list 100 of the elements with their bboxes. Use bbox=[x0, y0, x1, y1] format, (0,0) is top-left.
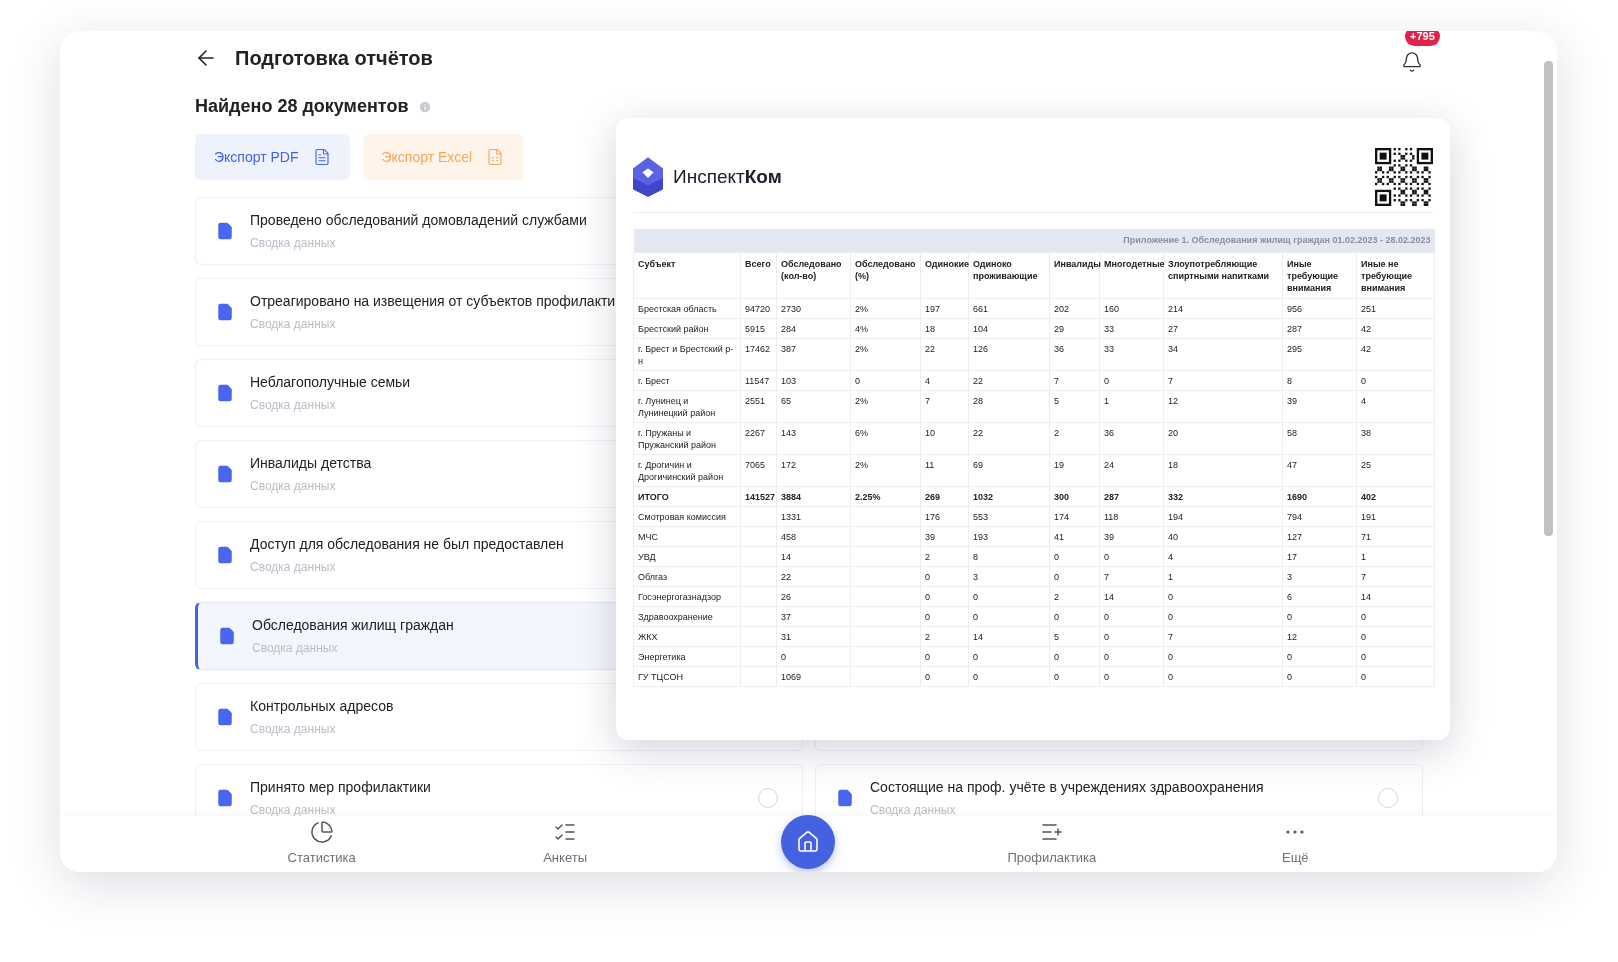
table-cell: ГУ ТЦСОН bbox=[633, 666, 741, 686]
table-cell: г. Дрогичин и Дрогичинский район bbox=[633, 454, 741, 486]
table-cell: 300 bbox=[1049, 486, 1100, 506]
table-cell: 40 bbox=[1163, 526, 1283, 546]
table-cell: 36 bbox=[1099, 422, 1164, 454]
nav-tab[interactable]: Профилактика bbox=[930, 820, 1174, 868]
table-cell: 0 bbox=[1099, 370, 1164, 390]
document-card[interactable]: Состоящие на проф. учёте в учреждениях здравоохранения Сводка данных bbox=[815, 764, 1423, 816]
table-cell: 956 bbox=[1282, 298, 1357, 318]
logo-text: ИнспектКом bbox=[673, 164, 782, 189]
radio-button[interactable] bbox=[758, 788, 778, 808]
table-cell: 0 bbox=[1049, 666, 1100, 686]
table-cell: 2% bbox=[850, 338, 921, 370]
qr-code-icon bbox=[1375, 148, 1433, 206]
home-icon bbox=[796, 830, 821, 854]
table-cell: 4 bbox=[1356, 390, 1435, 422]
table-cell: 295 bbox=[1282, 338, 1357, 370]
table-cell: 22 bbox=[776, 566, 851, 586]
column-header: Иные требующие внимания bbox=[1282, 252, 1357, 298]
pie-chart-icon bbox=[309, 820, 334, 845]
nav-tab[interactable]: Анкеты bbox=[443, 820, 687, 868]
document-title: Обследования жилищ граждан bbox=[252, 616, 454, 635]
column-header: Одинокие bbox=[920, 252, 969, 298]
table-cell: 2 bbox=[920, 546, 969, 566]
table-cell: 38 bbox=[1356, 422, 1435, 454]
table-cell: 197 bbox=[920, 298, 969, 318]
nav-tab[interactable]: Статистика bbox=[200, 820, 444, 868]
table-cell: 3 bbox=[968, 566, 1050, 586]
table-cell: 7 bbox=[920, 390, 969, 422]
document-card[interactable]: Принято мер профилактики Сводка данных bbox=[195, 764, 803, 816]
table-cell: 287 bbox=[1282, 318, 1357, 338]
table-cell: 0 bbox=[776, 646, 851, 666]
table-cell: 126 bbox=[968, 338, 1050, 370]
document-title: Контрольных адресов bbox=[250, 697, 394, 716]
table-cell: 2 bbox=[920, 626, 969, 646]
table-cell: 11547 bbox=[740, 370, 777, 390]
table-cell: 2% bbox=[850, 298, 921, 318]
page-title: Подготовка отчётов bbox=[235, 46, 433, 71]
table-cell: 65 bbox=[776, 390, 851, 422]
document-title: Доступ для обследования не был предоставлен bbox=[250, 535, 564, 554]
table-cell: 4 bbox=[920, 370, 969, 390]
table-cell: г. Брест bbox=[633, 370, 741, 390]
table-cell: 36 bbox=[1049, 338, 1100, 370]
results-heading: Найдено 28 документов bbox=[195, 95, 409, 118]
table-cell: 0 bbox=[1163, 586, 1283, 606]
table-cell: 0 bbox=[1282, 646, 1357, 666]
table-cell: 2 bbox=[1049, 586, 1100, 606]
table-cell: Облгаз bbox=[633, 566, 741, 586]
table-cell: 39 bbox=[920, 526, 969, 546]
table-cell: 269 bbox=[920, 486, 969, 506]
file-icon bbox=[216, 707, 234, 727]
table-cell: 22 bbox=[920, 338, 969, 370]
home-button[interactable] bbox=[781, 815, 836, 869]
file-icon bbox=[216, 464, 234, 484]
document-title: Проведено обследований домовладений службами bbox=[250, 211, 587, 230]
table-cell: 47 bbox=[1282, 454, 1357, 486]
column-header: Обследовано (%) bbox=[850, 252, 921, 298]
table-cell: 143 bbox=[776, 422, 851, 454]
table-cell: 22 bbox=[968, 370, 1050, 390]
table-cell: 2% bbox=[850, 454, 921, 486]
table-cell: 3884 bbox=[776, 486, 851, 506]
table-cell: 33 bbox=[1099, 318, 1164, 338]
table-cell: 141527 bbox=[740, 486, 777, 506]
table-cell: 5 bbox=[1049, 626, 1100, 646]
document-title: Инвалиды детства bbox=[250, 454, 372, 473]
table-cell: 402 bbox=[1356, 486, 1435, 506]
table-cell: Госэнергогазнадзор bbox=[633, 586, 741, 606]
table-cell: 58 bbox=[1282, 422, 1357, 454]
document-subtitle: Сводка данных bbox=[250, 235, 336, 252]
table-cell: 0 bbox=[1049, 546, 1100, 566]
column-header: Субъект bbox=[633, 252, 741, 298]
export-button[interactable]: Экспорт PDF bbox=[195, 134, 350, 180]
table-cell: 160 bbox=[1099, 298, 1164, 318]
info-icon bbox=[418, 99, 433, 114]
table-cell: 2267 bbox=[740, 422, 777, 454]
table-cell: 194 bbox=[1163, 506, 1283, 526]
table-cell: 17462 bbox=[740, 338, 777, 370]
column-header: Злоупотребляющие спиртными напитками bbox=[1163, 252, 1283, 298]
radio-button[interactable] bbox=[1378, 788, 1398, 808]
table-cell: 7 bbox=[1099, 566, 1164, 586]
file-icon bbox=[216, 221, 234, 241]
table-cell: 0 bbox=[1163, 606, 1283, 626]
table-cell: ЖКХ bbox=[633, 626, 741, 646]
table-cell: 14 bbox=[1356, 586, 1435, 606]
document-title: Состоящие на проф. учёте в учреждениях здравоохранения bbox=[870, 778, 1264, 797]
table-cell: 7 bbox=[1049, 370, 1100, 390]
document-subtitle: Сводка данных bbox=[250, 721, 336, 738]
table-cell: 14 bbox=[776, 546, 851, 566]
document-title: Принято мер профилактики bbox=[250, 778, 431, 797]
table-cell: 0 bbox=[920, 666, 969, 686]
table-cell: 172 bbox=[776, 454, 851, 486]
table-cell: 0 bbox=[1356, 370, 1435, 390]
file-icon bbox=[216, 383, 234, 403]
table-cell: 26 bbox=[776, 586, 851, 606]
document-title: Неблагополучные семьи bbox=[250, 373, 411, 392]
nav-tab[interactable]: Ещё bbox=[1173, 820, 1417, 868]
table-cell: 8 bbox=[968, 546, 1050, 566]
table-cell: 42 bbox=[1356, 318, 1435, 338]
table-cell: г. Брест и Брестский р-н bbox=[633, 338, 741, 370]
table-cell: 176 bbox=[920, 506, 969, 526]
